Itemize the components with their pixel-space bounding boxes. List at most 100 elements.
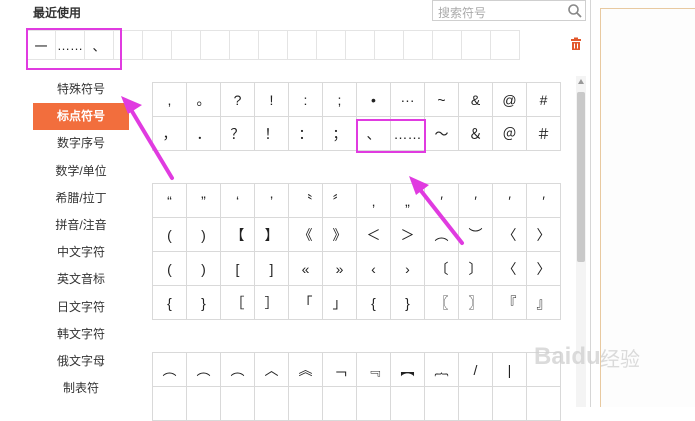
category-item[interactable]: 拼音/注音 bbox=[33, 212, 129, 239]
symbol-cell[interactable]: ‹ bbox=[357, 252, 391, 286]
symbol-cell[interactable]: 〕 bbox=[459, 252, 493, 286]
symbol-cell[interactable]: ︵ bbox=[425, 218, 459, 252]
symbol-cell[interactable] bbox=[323, 387, 357, 421]
symbol-cell[interactable]: 〉 bbox=[527, 218, 561, 252]
recent-symbol-cell[interactable] bbox=[287, 30, 317, 60]
category-item[interactable]: 中文字符 bbox=[33, 239, 129, 266]
symbol-cell[interactable]: ， bbox=[153, 117, 187, 151]
symbol-cell[interactable]: ‘ bbox=[221, 184, 255, 218]
symbol-cell[interactable]: , bbox=[153, 83, 187, 117]
symbol-cell[interactable] bbox=[357, 387, 391, 421]
scrollbar-thumb[interactable] bbox=[577, 92, 585, 262]
symbol-cell[interactable]: 【 bbox=[221, 218, 255, 252]
recent-symbol-cell[interactable] bbox=[461, 30, 491, 60]
symbol-cell[interactable]: 】 bbox=[255, 218, 289, 252]
symbol-cell[interactable] bbox=[221, 387, 255, 421]
symbol-cell[interactable]: ( bbox=[153, 218, 187, 252]
recent-symbol-cell[interactable] bbox=[229, 30, 259, 60]
symbol-cell[interactable]: ( bbox=[153, 252, 187, 286]
symbol-cell[interactable]: 「 bbox=[289, 286, 323, 320]
symbol-cell[interactable]: ＃ bbox=[527, 117, 561, 151]
symbol-cell[interactable]: ︽ bbox=[289, 353, 323, 387]
category-item[interactable]: 希腊/拉丁 bbox=[33, 185, 129, 212]
symbol-cell[interactable]: ： bbox=[289, 117, 323, 151]
symbol-cell[interactable]: 」 bbox=[323, 286, 357, 320]
symbol-cell[interactable]: ～ bbox=[425, 117, 459, 151]
symbol-cell[interactable] bbox=[255, 387, 289, 421]
symbol-cell[interactable]: ［ bbox=[221, 286, 255, 320]
symbol-cell[interactable]: ﹃ bbox=[357, 353, 391, 387]
symbol-cell[interactable]: ! bbox=[255, 83, 289, 117]
scroll-up-arrow-icon[interactable] bbox=[576, 76, 586, 88]
symbol-cell[interactable]: ‚ bbox=[357, 184, 391, 218]
symbol-cell[interactable]: ＆ bbox=[459, 117, 493, 151]
symbol-cell[interactable]: • bbox=[357, 83, 391, 117]
symbol-cell[interactable]: ︿ bbox=[255, 353, 289, 387]
symbol-cell[interactable]: › bbox=[391, 252, 425, 286]
symbol-cell[interactable]: ) bbox=[187, 218, 221, 252]
recent-symbol-cell[interactable] bbox=[432, 30, 462, 60]
recent-symbol-cell[interactable] bbox=[490, 30, 520, 60]
symbol-cell[interactable]: ︻ bbox=[391, 353, 425, 387]
symbol-cell[interactable]: 〉 bbox=[527, 252, 561, 286]
symbol-cell[interactable]: ． bbox=[187, 117, 221, 151]
symbol-cell[interactable]: 》 bbox=[323, 218, 357, 252]
recent-symbol-cell[interactable] bbox=[374, 30, 404, 60]
search-icon[interactable] bbox=[567, 3, 583, 19]
symbol-cell[interactable]: ︶ bbox=[459, 218, 493, 252]
symbol-cell[interactable]: ; bbox=[323, 83, 357, 117]
category-item[interactable]: 数字序号 bbox=[33, 130, 129, 157]
recent-symbol-cell[interactable] bbox=[403, 30, 433, 60]
symbol-cell[interactable]: : bbox=[289, 83, 323, 117]
symbol-cell[interactable]: ］ bbox=[255, 286, 289, 320]
symbol-cell[interactable]: ︵ bbox=[187, 353, 221, 387]
symbol-cell[interactable]: @ bbox=[493, 83, 527, 117]
symbol-cell[interactable]: ︵ bbox=[153, 353, 187, 387]
symbol-cell[interactable]: ＠ bbox=[493, 117, 527, 151]
symbol-cell[interactable]: ＜ bbox=[357, 218, 391, 252]
symbol-cell[interactable]: ′ bbox=[459, 184, 493, 218]
category-item[interactable]: 特殊符号 bbox=[33, 76, 129, 103]
symbol-cell[interactable]: { bbox=[153, 286, 187, 320]
symbol-cell[interactable]: } bbox=[187, 286, 221, 320]
category-item[interactable]: 韩文字符 bbox=[33, 321, 129, 348]
category-item[interactable]: 俄文字母 bbox=[33, 348, 129, 375]
symbol-cell[interactable]: ︵ bbox=[221, 353, 255, 387]
symbol-cell[interactable]: 〞 bbox=[323, 184, 357, 218]
symbol-cell[interactable]: ﹁ bbox=[323, 353, 357, 387]
category-item[interactable]: 英文音标 bbox=[33, 266, 129, 293]
recent-symbol-cell[interactable] bbox=[142, 30, 172, 60]
symbol-cell[interactable] bbox=[391, 387, 425, 421]
symbol-cell[interactable]: # bbox=[527, 83, 561, 117]
symbol-cell[interactable] bbox=[527, 387, 561, 421]
symbol-cell[interactable]: 』 bbox=[527, 286, 561, 320]
symbol-cell[interactable]: [ bbox=[221, 252, 255, 286]
recent-symbol-cell[interactable] bbox=[316, 30, 346, 60]
symbol-cell[interactable]: ′ bbox=[493, 184, 527, 218]
symbol-cell[interactable]: 『 bbox=[493, 286, 527, 320]
recent-symbol-cell[interactable] bbox=[345, 30, 375, 60]
symbol-cell[interactable]: 〖 bbox=[425, 286, 459, 320]
symbol-cell[interactable]: ＞ bbox=[391, 218, 425, 252]
symbol-cell[interactable]: ； bbox=[323, 117, 357, 151]
category-item[interactable]: 数学/单位 bbox=[33, 158, 129, 185]
symbol-cell[interactable] bbox=[187, 387, 221, 421]
symbol-cell[interactable]: » bbox=[323, 252, 357, 286]
category-item[interactable]: 制表符 bbox=[33, 375, 129, 402]
symbol-cell[interactable] bbox=[425, 387, 459, 421]
symbol-cell[interactable]: ！ bbox=[255, 117, 289, 151]
symbol-cell[interactable]: “ bbox=[153, 184, 187, 218]
category-item[interactable]: 标点符号 bbox=[33, 103, 129, 131]
symbol-cell[interactable] bbox=[153, 387, 187, 421]
symbol-cell[interactable]: 〈 bbox=[493, 252, 527, 286]
symbol-cell[interactable]: ” bbox=[187, 184, 221, 218]
symbol-cell[interactable]: } bbox=[391, 286, 425, 320]
trash-icon[interactable] bbox=[569, 37, 583, 51]
symbol-cell[interactable]: 《 bbox=[289, 218, 323, 252]
symbol-cell[interactable]: / bbox=[459, 353, 493, 387]
symbol-cell[interactable]: ··· bbox=[391, 83, 425, 117]
symbol-cell[interactable]: { bbox=[357, 286, 391, 320]
symbol-cell[interactable]: ︷ bbox=[425, 353, 459, 387]
symbol-cell[interactable]: ？ bbox=[221, 117, 255, 151]
symbol-cell[interactable]: | bbox=[493, 353, 527, 387]
